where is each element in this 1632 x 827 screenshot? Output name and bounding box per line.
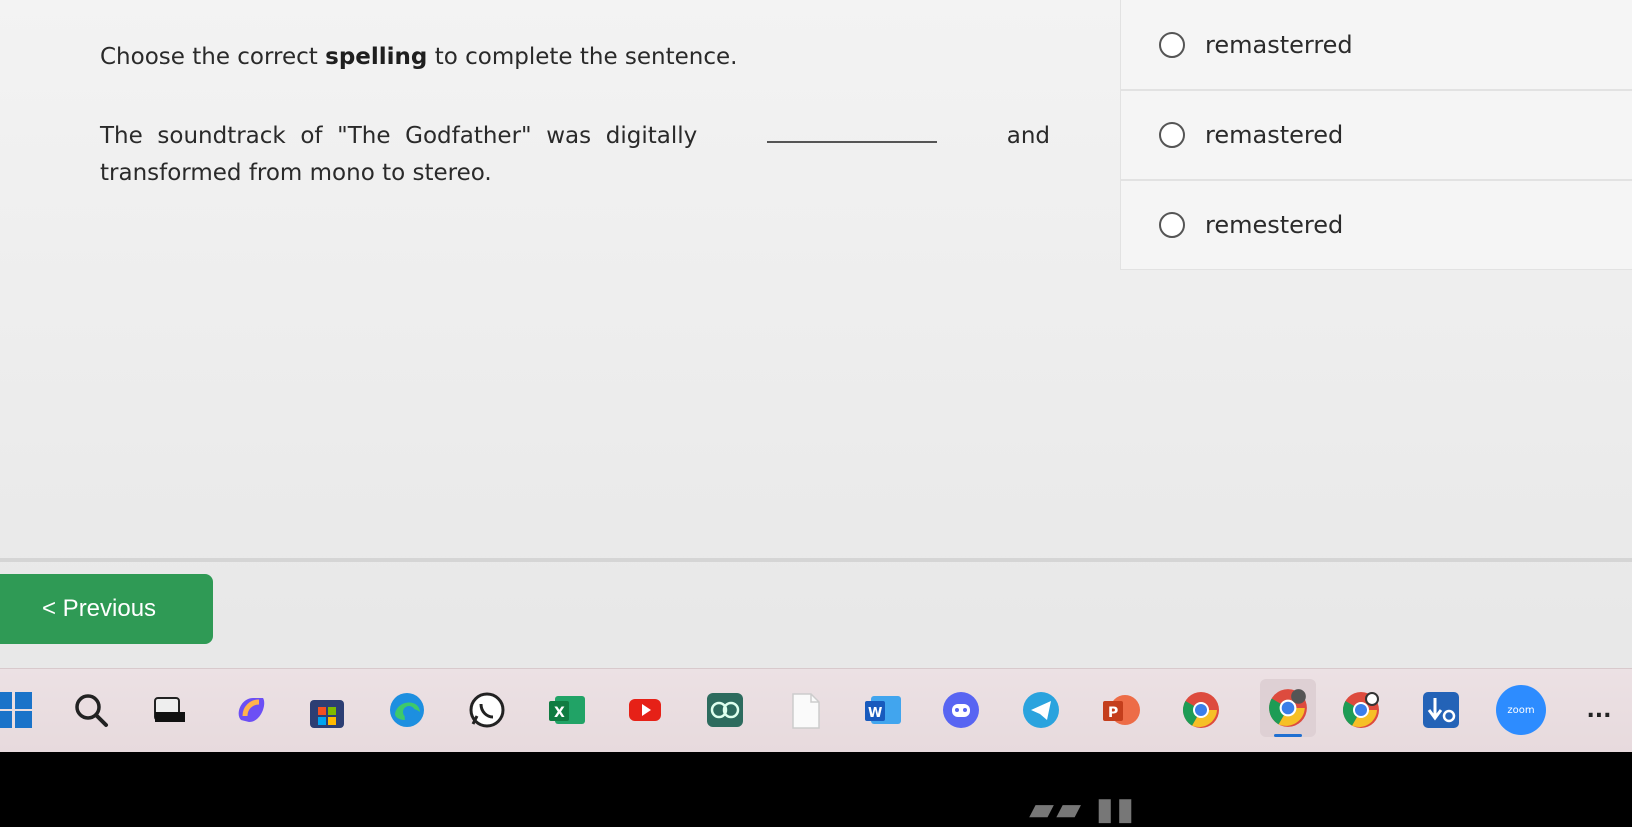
prompt-bold-word: spelling	[325, 44, 428, 70]
more-label: ...	[1586, 697, 1612, 723]
file-icon[interactable]	[784, 689, 826, 731]
download-app-icon[interactable]	[1420, 689, 1462, 731]
option-label: remasterred	[1205, 30, 1353, 59]
chrome-beta-icon[interactable]	[1340, 689, 1382, 731]
store-icon[interactable]	[306, 689, 348, 731]
prompt-text-start: Choose the correct	[100, 44, 326, 70]
svg-text:P: P	[1108, 705, 1118, 721]
previous-button[interactable]: < Previous	[0, 574, 213, 644]
search-icon[interactable]	[70, 689, 112, 731]
option-remasterred[interactable]: remasterred	[1120, 0, 1632, 90]
powerpoint-icon[interactable]: P	[1100, 689, 1142, 731]
chrome-icon[interactable]	[1180, 689, 1222, 731]
start-icon[interactable]	[0, 689, 36, 731]
question-prompt: Choose the correct spelling to complete …	[100, 44, 737, 70]
excel-icon[interactable]: X	[546, 689, 588, 731]
footer-divider	[0, 558, 1632, 562]
discord-icon[interactable]	[940, 689, 982, 731]
radio-button[interactable]	[1159, 122, 1185, 148]
taskbar: X W P zoom ...	[0, 668, 1632, 752]
sentence-part-2: and	[1006, 123, 1050, 149]
chrome-active-icon[interactable]	[1260, 679, 1316, 737]
option-remastered[interactable]: remastered	[1120, 90, 1632, 180]
question-area: Choose the correct spelling to complete …	[0, 0, 1632, 560]
screen: Choose the correct spelling to complete …	[0, 0, 1632, 752]
task-view-icon[interactable]	[150, 689, 192, 731]
zoom-icon[interactable]: zoom	[1496, 685, 1546, 735]
prompt-text-end: to complete the sentence.	[427, 44, 738, 70]
whatsapp-icon[interactable]	[466, 689, 508, 731]
sentence-part-1: The soundtrack of "The Godfather" was di…	[100, 123, 698, 149]
option-label: remastered	[1205, 121, 1344, 149]
more-icon[interactable]: ...	[1578, 689, 1620, 731]
sentence-part-3: transformed from mono to stereo.	[100, 160, 492, 186]
brain-app-icon[interactable]	[704, 689, 746, 731]
previous-label: < Previous	[42, 595, 157, 622]
edge-icon[interactable]	[386, 689, 428, 731]
option-label: remestered	[1205, 211, 1344, 239]
question-sentence: The soundtrack of "The Godfather" was di…	[100, 118, 1050, 192]
copilot-icon[interactable]	[230, 689, 272, 731]
answer-options: remasterred remastered remestered	[1120, 0, 1632, 270]
radio-button[interactable]	[1159, 31, 1185, 58]
svg-text:X: X	[554, 705, 565, 721]
answer-blank	[766, 123, 937, 143]
telegram-icon[interactable]	[1020, 689, 1062, 731]
word-icon[interactable]: W	[862, 689, 904, 731]
youtube-icon[interactable]	[624, 689, 666, 731]
option-remestered[interactable]: remestered	[1120, 180, 1632, 270]
svg-text:W: W	[868, 706, 882, 721]
zoom-label: zoom	[1507, 704, 1535, 716]
monitor-bezel-logo: ▰▰ ▮▮	[1030, 793, 1138, 826]
radio-button[interactable]	[1159, 212, 1185, 238]
active-app-indicator	[1274, 734, 1302, 737]
